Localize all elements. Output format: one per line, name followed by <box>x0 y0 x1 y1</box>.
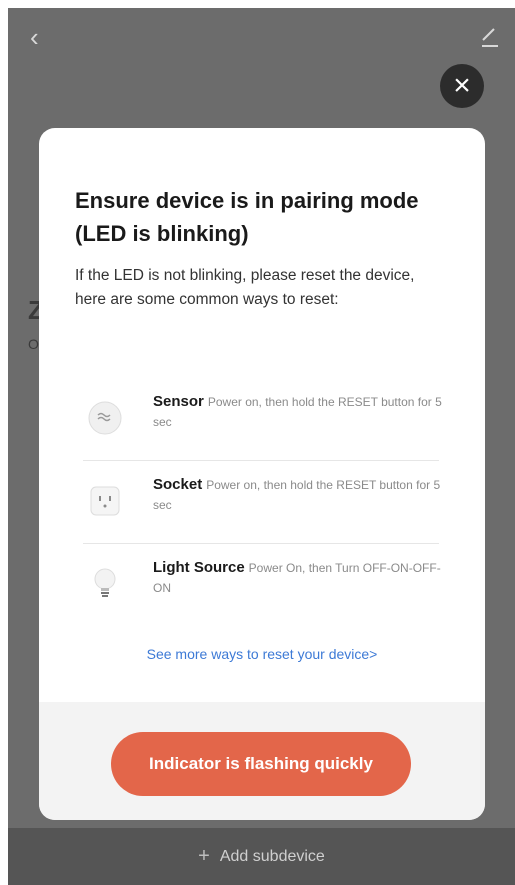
reset-method-list: Sensor Power on, then hold the RESET butt… <box>83 378 442 626</box>
dialog-title: Ensure device is in pairing mode (LED is… <box>75 188 419 246</box>
back-icon[interactable]: ‹ <box>30 24 39 50</box>
plus-icon: + <box>198 845 210 867</box>
close-icon: × <box>453 69 471 102</box>
pairing-mode-dialog: Ensure device is in pairing mode (LED is… <box>39 128 485 820</box>
method-text: Sensor Power on, then hold the RESET butt… <box>153 392 443 432</box>
reset-method-socket: Socket Power on, then hold the RESET butt… <box>83 461 440 544</box>
add-subdevice-button[interactable]: + Add subdevice <box>8 828 515 885</box>
reset-method-light: Light Source Power On, then Turn OFF-ON-O… <box>83 544 441 626</box>
close-button[interactable]: × <box>440 64 484 108</box>
method-name: Light Source <box>153 559 245 576</box>
indicator-flashing-button[interactable]: Indicator is flashing quickly <box>111 732 411 796</box>
dialog-footer: Indicator is flashing quickly <box>39 702 485 820</box>
method-name: Socket <box>153 476 203 493</box>
socket-icon <box>90 486 120 516</box>
reset-method-sensor: Sensor Power on, then hold the RESET butt… <box>83 378 442 461</box>
sensor-icon <box>88 401 122 435</box>
dialog-description: If the LED is not blinking, please reset… <box>75 267 415 308</box>
method-text: Light Source Power On, then Turn OFF-ON-O… <box>153 558 443 598</box>
add-subdevice-label: Add subdevice <box>219 847 325 865</box>
app-screen: ‹ Z O × Ensure device is in pairing mode… <box>8 8 515 885</box>
pencil-icon[interactable] <box>479 24 501 48</box>
background-device-subtitle: O <box>28 336 39 352</box>
method-text: Socket Power on, then hold the RESET butt… <box>153 475 443 515</box>
more-reset-ways-link[interactable]: See more ways to reset your device> <box>39 646 485 662</box>
light-bulb-icon <box>94 568 116 597</box>
method-name: Sensor <box>153 393 204 410</box>
